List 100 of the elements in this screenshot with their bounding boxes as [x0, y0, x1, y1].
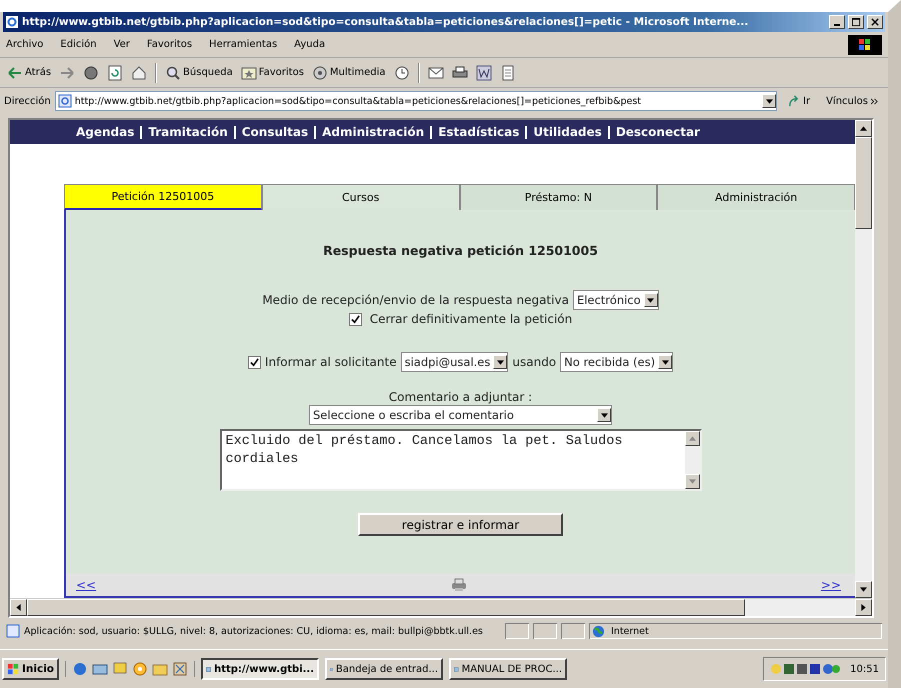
medium-dropdown[interactable]: Electrónico — [572, 290, 659, 310]
forward-icon — [59, 64, 76, 80]
email-dropdown[interactable]: siadpi@usal.es — [400, 352, 508, 372]
page-icon — [6, 624, 20, 638]
status-pane — [561, 623, 585, 639]
arrow-icon — [787, 94, 800, 108]
caret-icon — [766, 98, 773, 104]
browser-icon[interactable] — [72, 661, 88, 677]
search-button[interactable]: Búsqueda — [162, 62, 236, 82]
print-icon[interactable] — [450, 578, 466, 592]
tray-icons-drawing — [770, 662, 840, 676]
address-field[interactable]: http://www.gtbib.net/gtbib.php?aplicacion=sod&tipo=consulta&tabla=peticiones&relaciones[]=peticiones_refbib&pest — [54, 91, 778, 111]
close-checkbox[interactable] — [348, 312, 362, 326]
print-icon — [452, 64, 468, 80]
back-icon — [7, 64, 23, 80]
scroll-left-button[interactable] — [10, 599, 27, 616]
submit-button[interactable]: registrar e informar — [358, 513, 563, 536]
minimize-icon — [834, 24, 840, 26]
form-title: Respuesta negativa petición 12501005 — [323, 243, 598, 258]
windows-logo-icon — [848, 34, 882, 54]
down-arrow-icon — [688, 479, 696, 484]
go-button[interactable]: Ir — [781, 94, 816, 108]
taskbar-button[interactable]: http://www.gtbi... — [201, 658, 320, 680]
media-icon[interactable] — [132, 661, 148, 677]
comment-textarea[interactable]: Excluido del préstamo. Cancelamos la pet. Saludos cordiales — [220, 429, 702, 491]
nav-link[interactable]: Utilidades — [525, 126, 608, 138]
nav-link[interactable]: Administración — [314, 126, 430, 138]
checkbox-label: Informar al solicitante — [264, 355, 397, 369]
menu-item[interactable]: Favoritos — [146, 39, 192, 50]
history-icon — [394, 64, 410, 80]
next-link[interactable]: >> — [820, 578, 841, 592]
search-icon — [165, 64, 182, 80]
nav-link[interactable]: Desconectar — [608, 126, 706, 138]
maximize-button[interactable] — [848, 15, 864, 29]
windows-logo-icon — [7, 662, 20, 676]
vertical-scrollbar[interactable] — [855, 120, 872, 598]
caret-icon — [662, 360, 669, 364]
right-arrow-icon — [861, 604, 866, 611]
maximize-icon — [852, 18, 860, 26]
media-icon — [312, 64, 328, 80]
menu-item[interactable]: Ver — [114, 39, 130, 50]
menu-item[interactable]: Herramientas — [209, 39, 278, 50]
clock: 10:51 — [850, 664, 879, 674]
menu-item[interactable]: Archivo — [6, 39, 44, 50]
field-label: usando — [512, 355, 556, 369]
scroll-thumb[interactable] — [855, 137, 872, 229]
zone-label: Internet — [611, 626, 649, 636]
nav-link[interactable]: Tramitación — [140, 126, 234, 138]
scroll-up-button[interactable] — [684, 431, 700, 446]
status-text: Aplicación: sod, usuario: $ULLG, nivel: 8, autorizaciones: CU, idioma: es, mail: bullpi@bbtk.ull.es — [24, 626, 484, 636]
back-button[interactable]: Atrás — [4, 62, 54, 82]
field-label: Comentario a adjuntar : — [388, 390, 532, 404]
taskbar-button[interactable]: Bandeja de entrad... — [325, 658, 444, 680]
field-label: Medio de recepción/envio de la respuesta negativa — [262, 293, 569, 307]
page-icon — [58, 94, 72, 108]
close-button[interactable] — [867, 15, 883, 29]
tab[interactable]: Petición 12501005 — [64, 184, 262, 210]
template-dropdown[interactable]: No recibida (es) — [560, 352, 674, 372]
minimize-button[interactable] — [829, 15, 845, 29]
nav-link[interactable]: Agendas — [70, 125, 140, 139]
media-button[interactable]: Multimedia — [308, 62, 389, 82]
scroll-down-button[interactable] — [855, 581, 872, 598]
up-arrow-icon — [688, 436, 696, 441]
links-button[interactable]: Vínculos — [820, 96, 884, 106]
tab[interactable]: Administración — [657, 184, 855, 210]
down-arrow-icon — [860, 587, 867, 592]
caret-icon — [496, 360, 504, 364]
scroll-down-button[interactable] — [684, 474, 700, 489]
status-pane — [505, 623, 529, 639]
inform-checkbox[interactable] — [248, 356, 261, 368]
globe-icon — [592, 624, 605, 638]
stop-icon — [83, 64, 100, 80]
caret-icon — [647, 298, 654, 302]
favorites-icon — [240, 64, 257, 80]
scroll-right-button[interactable] — [855, 599, 872, 616]
close-icon — [870, 18, 880, 26]
chevron-icon — [871, 98, 878, 104]
tab[interactable]: Préstamo: N — [460, 184, 658, 210]
nav-link[interactable]: Estadísticas — [430, 126, 526, 138]
address-label: Dirección — [4, 96, 51, 106]
comment-dropdown[interactable]: Seleccione o escriba el comentario — [309, 405, 612, 425]
horizontal-scrollbar[interactable] — [10, 598, 872, 616]
browser-icon — [5, 15, 19, 29]
start-button[interactable]: Inicio — [2, 658, 60, 680]
tab[interactable]: Cursos — [262, 184, 460, 210]
menu-item[interactable]: Edición — [60, 39, 97, 50]
up-arrow-icon — [860, 126, 867, 131]
home-icon — [131, 64, 148, 80]
favorites-button[interactable]: Favoritos — [238, 62, 307, 82]
previous-link[interactable]: << — [76, 578, 96, 592]
edit-icon — [476, 64, 492, 80]
window-title: http://www.gtbib.net/gtbib.php?aplicacion=sod&tipo=consulta&tabla=peticiones&relaciones[]=petic - Microsoft Interne... — [22, 16, 750, 28]
taskbar-button[interactable]: MANUAL DE PROC... — [449, 658, 568, 680]
caret-icon — [600, 412, 608, 418]
checkbox-label: Cerrar definitivamente la petición — [370, 312, 572, 326]
scroll-up-button[interactable] — [855, 120, 872, 137]
scroll-thumb[interactable] — [27, 599, 745, 616]
nav-link[interactable]: Consultas — [234, 126, 314, 138]
refresh-icon — [107, 64, 124, 80]
menu-item[interactable]: Ayuda — [294, 39, 326, 50]
